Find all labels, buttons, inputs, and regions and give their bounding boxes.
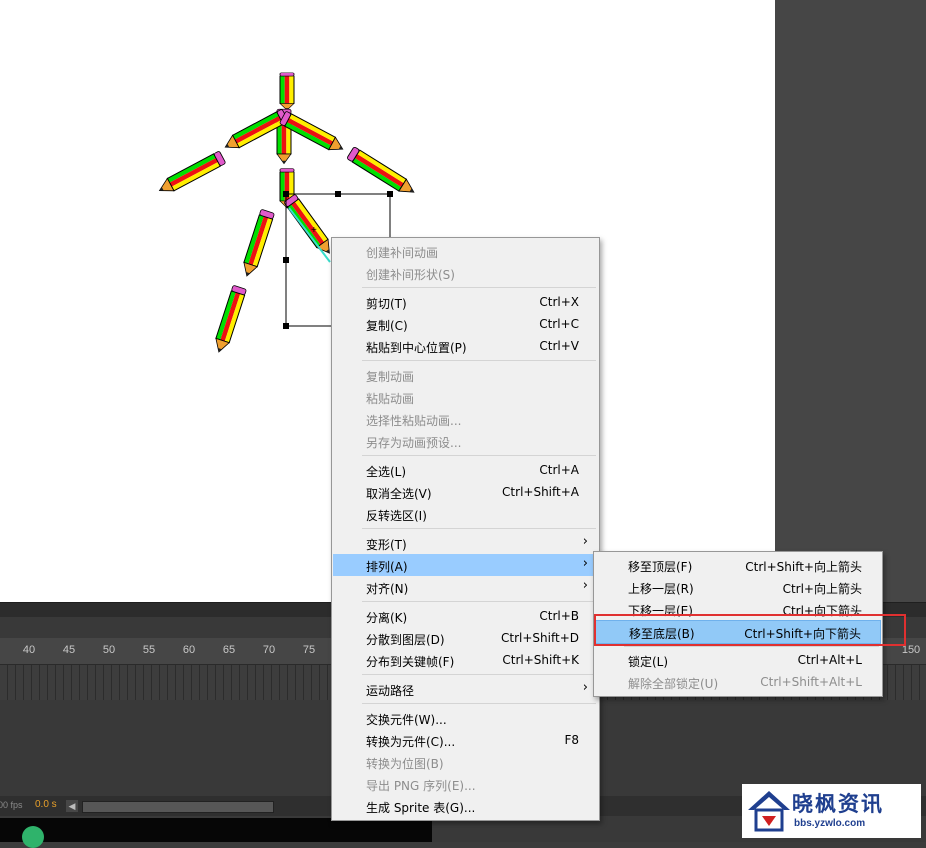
menu-separator (362, 528, 596, 529)
selected-leg (283, 193, 336, 263)
menu-separator (362, 674, 596, 675)
submenu-item-bring-to-front[interactable]: 移至顶层(F) Ctrl+Shift+向上箭头 (595, 554, 881, 576)
head-pencil (279, 72, 295, 111)
menu-item-generate-sprite-sheet[interactable]: 生成 Sprite 表(G)... (333, 795, 598, 817)
left-thigh (239, 208, 276, 279)
bottom-panel (0, 818, 432, 842)
menu-separator (624, 646, 879, 647)
menu-item-deselect-all[interactable]: 取消全选(V) Ctrl+Shift+A (333, 481, 598, 503)
submenu-arrow-icon: › (582, 578, 588, 593)
menu-item-paste-in-center[interactable]: 粘贴到中心位置(P) Ctrl+V (333, 335, 598, 357)
menu-item-paste-motion[interactable]: 粘贴动画 (333, 386, 598, 408)
ruler-tick: 50 (102, 644, 116, 656)
menu-item-convert-to-bitmap[interactable]: 转换为位图(B) (333, 751, 598, 773)
ruler-tick: 40 (22, 644, 36, 656)
scroll-left-arrow-icon[interactable]: ◀ (66, 800, 78, 812)
menu-item-arrange[interactable]: 排列(A) › (333, 554, 598, 576)
menu-separator (362, 703, 596, 704)
submenu-arrow-icon: › (582, 534, 588, 549)
house-logo-icon (748, 791, 790, 832)
menu-item-motion-path[interactable]: 运动路径 › (333, 678, 598, 700)
menu-separator (362, 360, 596, 361)
fps-readout[interactable]: 00 fps (0, 800, 23, 810)
pasteboard (775, 0, 926, 602)
menu-item-save-motion-preset[interactable]: 另存为动画预设... (333, 430, 598, 452)
menu-item-copy-motion[interactable]: 复制动画 (333, 364, 598, 386)
avatar-icon (22, 826, 44, 848)
watermark-url: bbs.yzwlo.com (794, 818, 866, 829)
ruler-tick: 45 (62, 644, 76, 656)
menu-item-create-shape-tween[interactable]: 创建补间形状(S) (333, 262, 598, 284)
menu-item-distribute-to-keyframes[interactable]: 分布到关键帧(F) Ctrl+Shift+K (333, 649, 598, 671)
submenu-item-unlock-all[interactable]: 解除全部锁定(U) Ctrl+Shift+Alt+L (595, 671, 881, 693)
ruler-tick: 70 (262, 644, 276, 656)
right-forearm (346, 146, 419, 199)
watermark-logo: 晓枫资讯 bbs.yzwlo.com (742, 784, 921, 838)
annotation-highlight-box (594, 614, 906, 646)
left-shin (211, 284, 248, 355)
menu-separator (362, 287, 596, 288)
menu-item-export-png-sequence[interactable]: 导出 PNG 序列(E)... (333, 773, 598, 795)
ruler-tick: 65 (222, 644, 236, 656)
menu-item-swap-symbol[interactable]: 交换元件(W)... (333, 707, 598, 729)
menu-item-copy[interactable]: 复制(C) Ctrl+C (333, 313, 598, 335)
menu-item-select-all[interactable]: 全选(L) Ctrl+A (333, 459, 598, 481)
menu-item-transform[interactable]: 变形(T) › (333, 532, 598, 554)
submenu-arrow-icon: › (582, 680, 588, 695)
menu-separator (362, 601, 596, 602)
menu-item-create-motion-tween[interactable]: 创建补间动画 (333, 240, 598, 262)
ruler-tick: 75 (302, 644, 316, 656)
menu-item-break-apart[interactable]: 分离(K) Ctrl+B (333, 605, 598, 627)
menu-item-align[interactable]: 对齐(N) › (333, 576, 598, 598)
submenu-item-bring-forward[interactable]: 上移一层(R) Ctrl+向上箭头 (595, 576, 881, 598)
svg-text:+: + (311, 225, 317, 236)
left-forearm (155, 150, 227, 198)
submenu-item-lock[interactable]: 锁定(L) Ctrl+Alt+L (595, 649, 881, 671)
ruler-tick: 60 (182, 644, 196, 656)
ruler-tick: 55 (142, 644, 156, 656)
menu-separator (362, 455, 596, 456)
menu-item-distribute-to-layers[interactable]: 分散到图层(D) Ctrl+Shift+D (333, 627, 598, 649)
watermark-name: 晓枫资讯 (792, 792, 884, 816)
timeline-scrollbar[interactable] (82, 801, 274, 813)
submenu-arrow-icon: › (582, 556, 588, 571)
context-menu: 创建补间动画 创建补间形状(S) 剪切(T) Ctrl+X 复制(C) Ctrl+C… (331, 237, 600, 821)
seconds-readout[interactable]: 0.0 s (35, 799, 57, 810)
menu-item-convert-to-symbol[interactable]: 转换为元件(C)... F8 (333, 729, 598, 751)
menu-item-paste-motion-special[interactable]: 选择性粘贴动画... (333, 408, 598, 430)
menu-item-invert-selection[interactable]: 反转选区(I) (333, 503, 598, 525)
menu-item-cut[interactable]: 剪切(T) Ctrl+X (333, 291, 598, 313)
